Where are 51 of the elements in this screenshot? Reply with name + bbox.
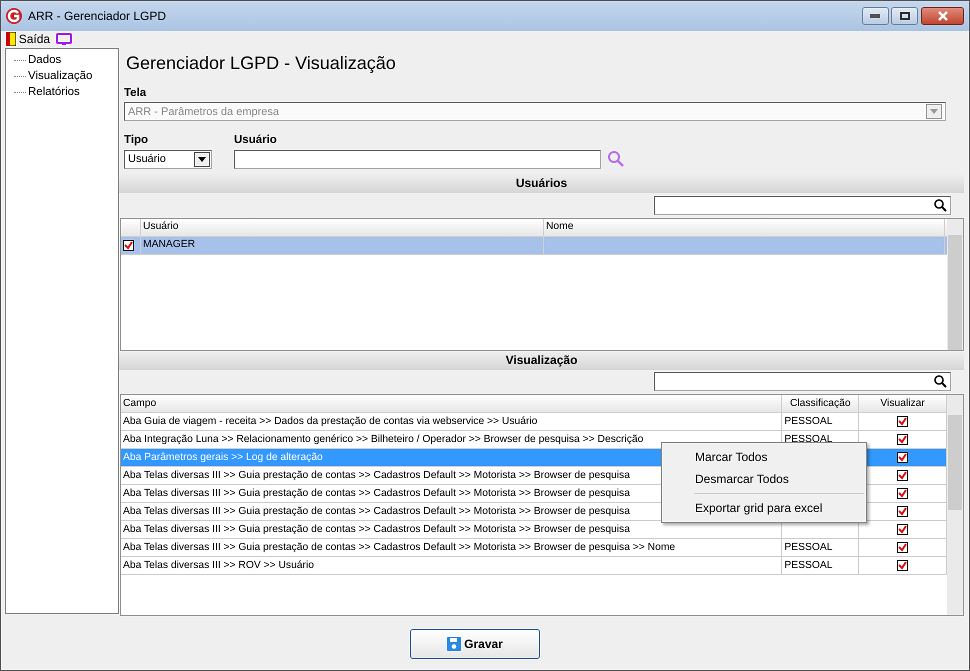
- checkbox[interactable]: [897, 452, 908, 463]
- checkbox[interactable]: [897, 434, 908, 445]
- door-icon: [6, 32, 16, 46]
- checkbox[interactable]: [897, 542, 908, 553]
- exit-button[interactable]: Saída: [6, 30, 50, 48]
- close-button[interactable]: [921, 7, 964, 25]
- checkbox[interactable]: [897, 506, 908, 517]
- search-icon[interactable]: [934, 198, 947, 212]
- field-label: Tela: [124, 86, 148, 101]
- minimize-button[interactable]: [862, 7, 888, 25]
- table-cell: Aba Telas diversas III >> Guia prestação de contas >> Cadastros Default >> Motorista >> Browser de pesquisa >> Nome: [121, 539, 782, 556]
- table-cell: Aba Telas diversas III >> ROV >> Usuário: [121, 557, 782, 574]
- restore-icon: [900, 12, 910, 20]
- app-logo-icon: [6, 8, 22, 24]
- tree-item[interactable]: Relatórios: [14, 84, 118, 100]
- page-heading: Gerenciador LGPD - Visualização: [126, 52, 397, 75]
- field-label: Usuário: [234, 133, 278, 148]
- field-label: Tipo: [124, 133, 150, 148]
- search-icon[interactable]: [934, 375, 947, 388]
- column-header[interactable]: Campo: [121, 395, 782, 412]
- dropdown-arrow-icon[interactable]: [198, 156, 206, 162]
- table-cell: PESSOAL: [782, 413, 860, 430]
- close-icon: [936, 11, 948, 21]
- tree-item[interactable]: Dados: [14, 52, 118, 68]
- filter-field[interactable]: [654, 372, 951, 392]
- scrollbar-thumb[interactable]: [948, 415, 962, 510]
- filter-field[interactable]: [654, 196, 951, 215]
- user-input[interactable]: [234, 150, 601, 168]
- table-cell: Aba Guia de viagem - receita >> Dados da prestação de contas via webservice >> Usuário: [121, 413, 782, 430]
- table-cell: PESSOAL: [782, 539, 860, 556]
- column-header[interactable]: Classificação: [782, 395, 860, 412]
- section-header: Usuários: [119, 174, 964, 193]
- column-header[interactable]: Usuário: [141, 218, 544, 236]
- checkbox[interactable]: [897, 488, 908, 499]
- monitor-icon[interactable]: [56, 30, 72, 48]
- section-header: Visualização: [119, 350, 964, 370]
- checkbox[interactable]: [123, 240, 134, 250]
- checkbox[interactable]: [897, 524, 908, 535]
- column-header[interactable]: Nome: [544, 218, 945, 236]
- save-button[interactable]: Gravar: [410, 629, 540, 659]
- maximize-button[interactable]: [891, 7, 918, 25]
- window-title: ARR - Gerenciador LGPD: [28, 8, 166, 25]
- minimize-icon: [870, 14, 880, 18]
- tree-item[interactable]: Visualização: [14, 68, 118, 84]
- checkbox[interactable]: [897, 470, 908, 481]
- table-cell: PESSOAL: [782, 557, 860, 574]
- checkbox[interactable]: [897, 416, 908, 427]
- type-select[interactable]: Usuário: [124, 150, 212, 168]
- table-cell: MANAGER: [141, 236, 544, 254]
- checkbox[interactable]: [897, 560, 908, 571]
- scrollbar-thumb[interactable]: [948, 235, 962, 350]
